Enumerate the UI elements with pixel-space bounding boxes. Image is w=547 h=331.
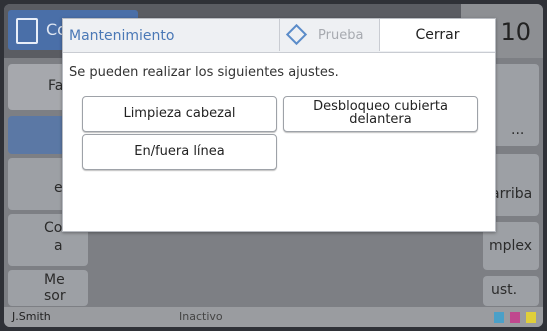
background-right-text: mplex (489, 238, 533, 254)
background-right-text: arriba (491, 186, 533, 202)
close-button[interactable]: Cerrar (379, 19, 495, 51)
head-cleaning-label: Limpieza cabezal (123, 106, 236, 121)
front-cover-unlock-label: Desbloqueo cubierta delantera (313, 99, 448, 127)
online-offline-label: En/fuera línea (134, 144, 225, 159)
dialog-header: Mantenimiento Prueba Cerrar (63, 19, 495, 53)
front-cover-unlock-button[interactable]: Desbloqueo cubierta delantera (283, 96, 478, 132)
maintenance-dialog: Mantenimiento Prueba Cerrar Se pueden re… (62, 18, 496, 232)
status-bar: J.Smith Inactivo (4, 307, 543, 327)
status-state: Inactivo (179, 310, 223, 323)
head-cleaning-button[interactable]: Limpieza cabezal (82, 96, 277, 132)
status-user: J.Smith (12, 310, 51, 323)
background-right-text: ust. (491, 282, 518, 298)
dialog-message: Se pueden realizar los siguientes ajuste… (69, 65, 339, 80)
close-button-label: Cerrar (415, 27, 460, 43)
ink-cyan-icon (494, 312, 504, 323)
background-right-item: ust. (483, 276, 539, 306)
background-left-text: a (54, 238, 63, 254)
background-left-item: Me sor (8, 270, 88, 306)
background-left-text: sor (44, 288, 66, 304)
copy-icon (16, 18, 38, 44)
test-print-icon (285, 23, 308, 46)
background-left-text: Me (44, 272, 65, 288)
ink-yellow-icon (526, 312, 536, 323)
test-button[interactable]: Prueba (279, 19, 379, 51)
counter-value: 10 (500, 18, 531, 46)
background-right-text: ... (511, 122, 525, 138)
test-button-label: Prueba (318, 28, 364, 43)
online-offline-button[interactable]: En/fuera línea (82, 134, 277, 170)
dialog-title: Mantenimiento (69, 28, 175, 44)
ink-magenta-icon (510, 312, 520, 323)
